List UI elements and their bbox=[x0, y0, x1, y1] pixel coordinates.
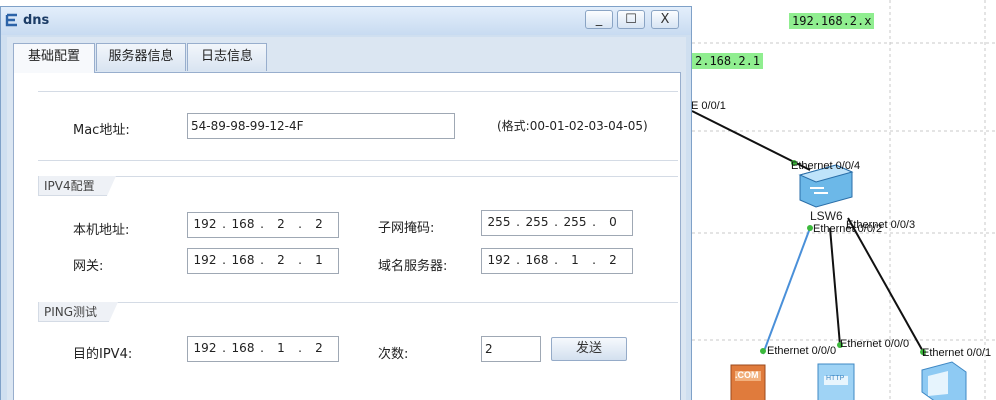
tab-log-info[interactable]: 日志信息 bbox=[187, 43, 267, 71]
client-pc-icon[interactable] bbox=[921, 361, 967, 400]
port-label: Ethernet 0/0/0 bbox=[840, 338, 910, 350]
http-server-icon[interactable] bbox=[817, 363, 855, 400]
link-switch-client[interactable] bbox=[847, 217, 926, 356]
mac-label: Mac地址: bbox=[73, 123, 130, 138]
ip-octet: 192 bbox=[193, 253, 217, 267]
ip-octet: 2 bbox=[609, 253, 617, 267]
ip-octet: 255 bbox=[525, 215, 549, 229]
target-ipv4-input[interactable]: 192 . 168 . 1 . 2 bbox=[187, 336, 339, 362]
switch-name-label: LSW6 bbox=[810, 209, 843, 223]
ip-octet: 2 bbox=[315, 217, 323, 231]
server-badge-label: .COM bbox=[735, 370, 759, 380]
area-label-gateway: 2.168.2.1 bbox=[692, 53, 764, 69]
tab-basic-config[interactable]: 基础配置 bbox=[13, 43, 95, 73]
port-label: Ethernet 0/0/0 bbox=[767, 345, 837, 357]
send-button[interactable]: 发送 bbox=[551, 337, 627, 361]
ip-octet: 192 bbox=[193, 341, 217, 355]
mac-group: Mac地址: 54-89-98-99-12-4F (格式:00-01-02-03… bbox=[38, 91, 678, 161]
ip-dot: . bbox=[592, 215, 596, 229]
minimize-button[interactable]: _ bbox=[585, 10, 613, 29]
ip-dot: . bbox=[298, 253, 302, 267]
dns-server-label: 域名服务器: bbox=[378, 259, 448, 274]
gateway-input[interactable]: 192 . 168 . 2 . 1 bbox=[187, 248, 339, 274]
subnet-mask-label: 子网掩码: bbox=[378, 221, 435, 236]
ip-dot: . bbox=[222, 217, 226, 231]
ip-octet: 168 bbox=[231, 341, 255, 355]
window-titlebar[interactable]: dns _ ☐ X bbox=[1, 7, 691, 35]
host-address-label: 本机地址: bbox=[73, 223, 130, 238]
ip-dot: . bbox=[592, 253, 596, 267]
maximize-button[interactable]: ☐ bbox=[617, 10, 645, 29]
ip-dot: . bbox=[516, 215, 520, 229]
ip-octet: 255 bbox=[487, 215, 511, 229]
mac-address-input[interactable]: 54-89-98-99-12-4F bbox=[187, 113, 455, 139]
port-label: Ethernet 0/0/4 bbox=[791, 160, 861, 172]
ping-count-label: 次数: bbox=[378, 347, 409, 362]
ip-dot: . bbox=[222, 341, 226, 355]
tab-server-info[interactable]: 服务器信息 bbox=[96, 43, 186, 71]
ip-dot: . bbox=[554, 215, 558, 229]
ip-dot: . bbox=[298, 217, 302, 231]
ip-octet: 168 bbox=[231, 217, 255, 231]
port-label: Ethernet 0/0/1 bbox=[922, 347, 992, 359]
ip-octet: 2 bbox=[277, 217, 285, 231]
http-badge-label: HTTP bbox=[826, 375, 845, 382]
ip-octet: 255 bbox=[563, 215, 587, 229]
link-switch-server[interactable] bbox=[762, 227, 811, 355]
ip-dot: . bbox=[516, 253, 520, 267]
ip-octet: 192 bbox=[487, 253, 511, 267]
ping-group: PING测试 目的IPV4: 192 . 168 . 1 . 2 次数: 2 发… bbox=[38, 302, 678, 392]
basic-config-panel: Mac地址: 54-89-98-99-12-4F (格式:00-01-02-03… bbox=[13, 72, 681, 400]
app-icon bbox=[5, 13, 17, 27]
ip-octet: 1 bbox=[315, 253, 323, 267]
close-button[interactable]: X bbox=[651, 10, 679, 29]
ip-dot: . bbox=[260, 341, 264, 355]
ip-dot: . bbox=[298, 341, 302, 355]
ping-count-input[interactable]: 2 bbox=[481, 336, 541, 362]
ip-dot: . bbox=[260, 253, 264, 267]
ip-octet: 2 bbox=[277, 253, 285, 267]
target-ipv4-label: 目的IPV4: bbox=[73, 347, 133, 362]
ip-dot: . bbox=[260, 217, 264, 231]
ip-octet: 0 bbox=[609, 215, 617, 229]
ip-octet: 2 bbox=[315, 341, 323, 355]
ping-legend: PING测试 bbox=[38, 302, 119, 322]
area-label-subnet: 192.168.2.x bbox=[789, 13, 875, 29]
ip-octet: 1 bbox=[571, 253, 579, 267]
ip-octet: 192 bbox=[193, 217, 217, 231]
ip-octet: 168 bbox=[525, 253, 549, 267]
port-label: E 0/0/1 bbox=[691, 100, 726, 112]
ipv4-group: IPV4配置 本机地址: 192 . 168 . 2 . 2 子网掩码: 255… bbox=[38, 176, 678, 291]
dns-config-window: dns _ ☐ X 基础配置 服务器信息 日志信息 Mac地址: 54-89-9… bbox=[0, 6, 692, 400]
subnet-mask-input[interactable]: 255 . 255 . 255 . 0 bbox=[481, 210, 633, 236]
ip-dot: . bbox=[222, 253, 226, 267]
ip-dot: . bbox=[554, 253, 558, 267]
gateway-label: 网关: bbox=[73, 259, 104, 274]
dns-server-input[interactable]: 192 . 168 . 1 . 2 bbox=[481, 248, 633, 274]
ip-octet: 1 bbox=[277, 341, 285, 355]
link-switch-http[interactable] bbox=[829, 227, 841, 346]
ip-octet: 168 bbox=[231, 253, 255, 267]
mac-format-hint: (格式:00-01-02-03-04-05) bbox=[497, 119, 648, 133]
port-dot bbox=[760, 348, 766, 354]
window-client-area: 基础配置 服务器信息 日志信息 Mac地址: 54-89-98-99-12-4F… bbox=[7, 37, 686, 400]
host-address-input[interactable]: 192 . 168 . 2 . 2 bbox=[187, 212, 339, 238]
window-title: dns bbox=[23, 13, 50, 28]
ipv4-legend: IPV4配置 bbox=[38, 176, 116, 196]
port-label: Ethernet 0/0/2 bbox=[813, 223, 883, 235]
